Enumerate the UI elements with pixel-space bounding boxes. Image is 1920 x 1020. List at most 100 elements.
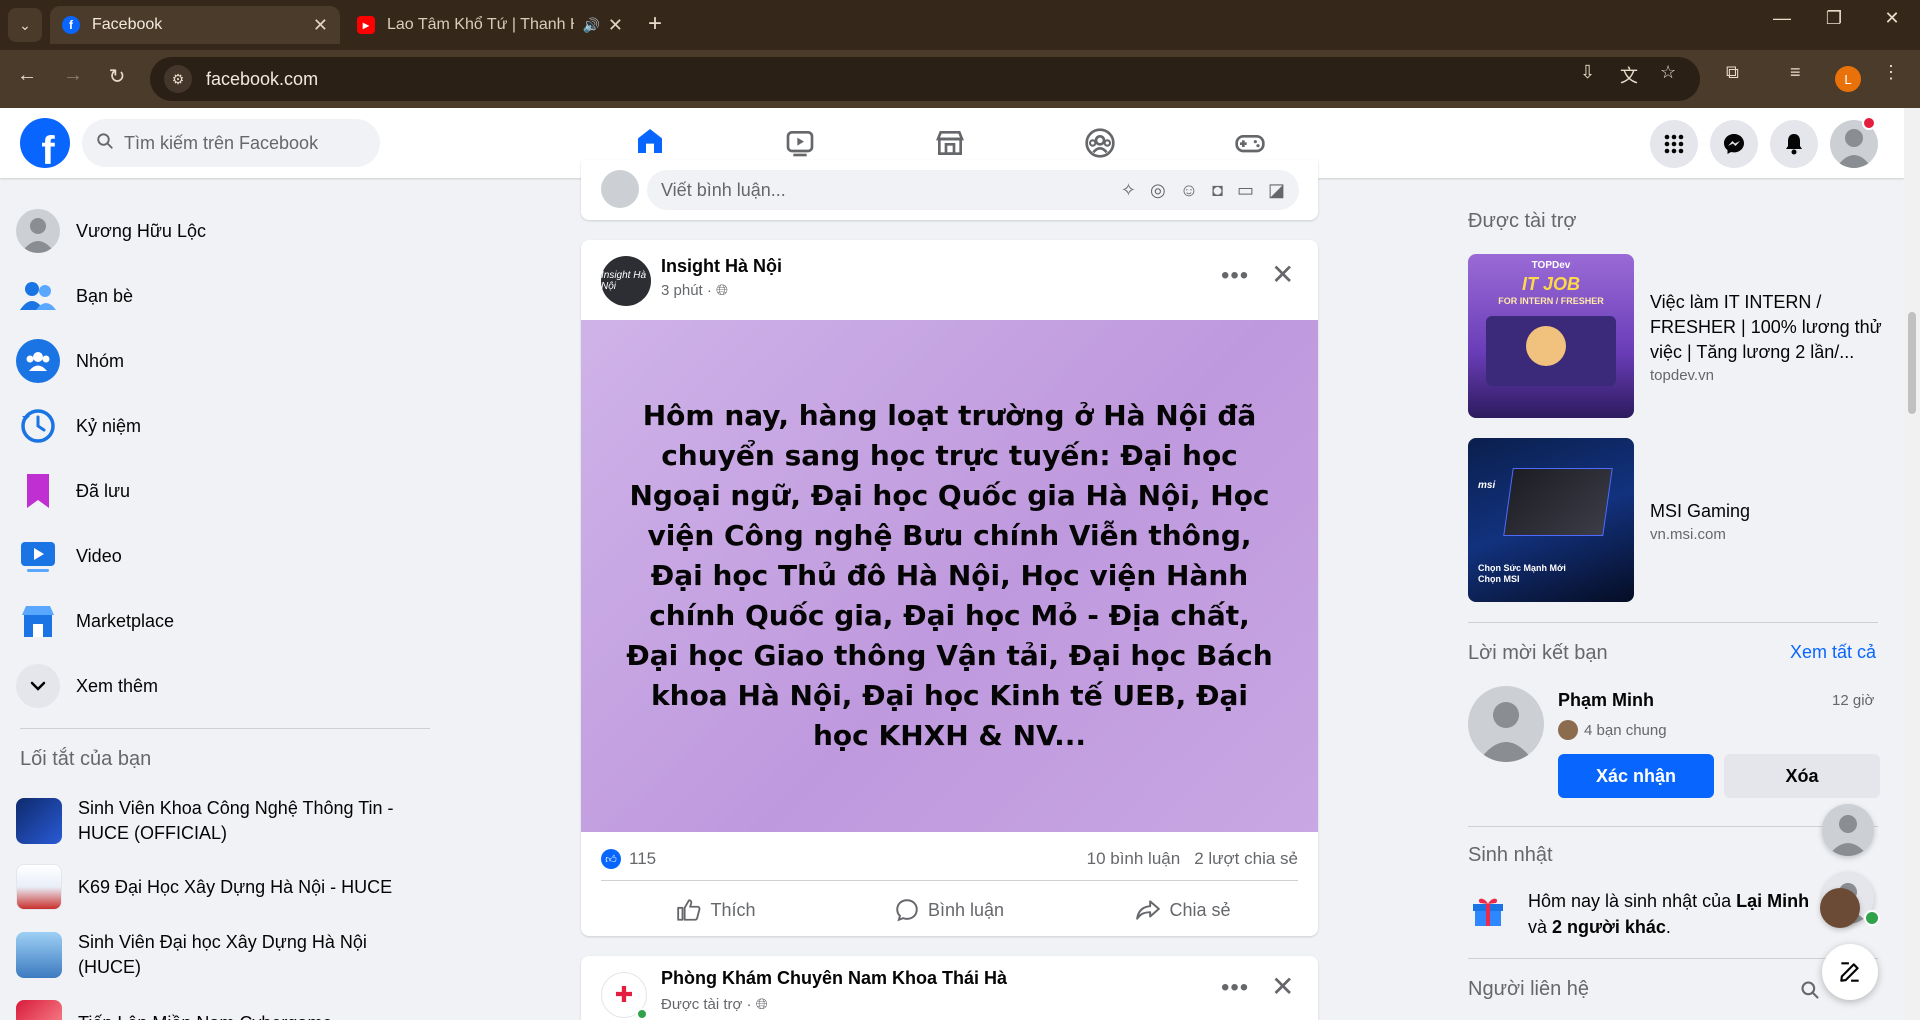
extensions-icon[interactable]: ⧉ <box>1726 62 1739 83</box>
video-icon <box>786 131 814 157</box>
sidebar-item-saved[interactable]: Đã lưu <box>16 463 426 519</box>
share-button[interactable]: Chia sẻ <box>1068 890 1298 930</box>
close-window-icon[interactable]: ✕ <box>1872 8 1912 29</box>
groups-icon <box>1085 128 1115 158</box>
camera-icon[interactable]: ◘ <box>1212 180 1223 201</box>
shortcut-thumbnail <box>16 864 62 910</box>
gif-button-icon[interactable]: ▭ <box>1237 180 1254 201</box>
gif-icon[interactable]: ◎ <box>1150 180 1166 201</box>
comment-count[interactable]: 10 bình luận <box>1087 849 1181 869</box>
sponsored-label[interactable]: Được tài trợ · <box>661 996 752 1013</box>
post-text: Hôm nay, hàng loạt trường ở Hà Nội đã ch… <box>626 399 1273 752</box>
ad-msi[interactable]: msi Chọn Sức Mạnh Mới Chọn MSI MSI Gamin… <box>1468 438 1888 604</box>
like-label: Thích <box>710 899 756 920</box>
avatar-sticker-icon[interactable]: ✧ <box>1121 180 1136 201</box>
browser-tab-strip: ⌄ f Facebook ✕ ▶ Lao Tâm Khổ Tứ | Thanh … <box>0 0 1920 50</box>
browser-profile-avatar[interactable]: L <box>1835 66 1861 92</box>
bookmark-star-icon[interactable]: ☆ <box>1660 62 1676 83</box>
notifications-button[interactable] <box>1770 120 1818 168</box>
new-message-button[interactable] <box>1822 944 1878 1000</box>
ad-domain: topdev.vn <box>1650 367 1714 384</box>
friend-request-name[interactable]: Phạm Minh <box>1558 690 1654 711</box>
reload-icon[interactable]: ↻ <box>102 64 132 89</box>
ad-topdev[interactable]: TOPDev IT JOB FOR INTERN / FRESHER Việc … <box>1468 254 1888 420</box>
sidebar-item-marketplace[interactable]: Marketplace <box>16 593 426 649</box>
translate-icon[interactable]: 文 <box>1620 62 1638 88</box>
marketplace-icon <box>16 599 60 643</box>
sidebar-item-see-more[interactable]: Xem thêm <box>16 658 426 714</box>
sidebar-item-friends[interactable]: Bạn bè <box>16 268 426 324</box>
post-options-icon[interactable]: ••• <box>1221 974 1249 1002</box>
page-scrollbar[interactable] <box>1904 108 1920 1020</box>
close-tab-icon[interactable]: ✕ <box>608 15 623 36</box>
post-text-background[interactable]: Hôm nay, hàng loạt trường ở Hà Nội đã ch… <box>581 320 1318 832</box>
search-icon <box>96 132 114 155</box>
tab-search-dropdown-icon[interactable]: ⌄ <box>8 8 42 42</box>
hide-post-icon[interactable]: ✕ <box>1271 258 1294 291</box>
contacts-search-icon[interactable] <box>1800 980 1820 1005</box>
emoji-icon[interactable]: ☺ <box>1180 180 1198 201</box>
browser-toolbar: ← → ↻ ⚙ facebook.com ⇩ 文 ☆ ⧉ ≡ ⋮ <box>0 50 1920 108</box>
tab-title: Lao Tâm Khổ Tứ | Thanh Hư <box>387 16 575 33</box>
shortcut-item[interactable]: Tiến Lên Miền Nam Cybergame <box>16 1000 426 1020</box>
ad-info: MSI Gaming vn.msi.com <box>1634 438 1750 604</box>
birthday-text[interactable]: Hôm nay là sinh nhật của Lại Minh và 2 n… <box>1528 888 1828 940</box>
marketplace-icon <box>936 131 964 155</box>
sidebar-item-groups[interactable]: Nhóm <box>16 333 426 389</box>
sidebar-item-profile[interactable]: Vương Hữu Lộc <box>16 203 426 259</box>
hide-post-icon[interactable]: ✕ <box>1271 970 1294 1003</box>
reaction-count[interactable]: 115 <box>629 849 1087 869</box>
ad-domain: vn.msi.com <box>1650 526 1726 543</box>
shortcut-item[interactable]: Sinh Viên Đại học Xây Dựng Hà Nội (HUCE) <box>16 930 426 980</box>
confirm-friend-button[interactable]: Xác nhận <box>1558 754 1714 798</box>
sticker-icon[interactable]: ◪ <box>1268 180 1285 201</box>
friend-request-avatar[interactable] <box>1468 686 1544 762</box>
like-button[interactable]: Thích <box>601 890 831 930</box>
post-author-name[interactable]: Phòng Khám Chuyên Nam Khoa Thái Hà <box>661 968 1007 989</box>
address-bar[interactable]: ⚙ facebook.com <box>150 57 1700 101</box>
minimize-icon[interactable]: — <box>1762 8 1802 29</box>
ad-info: Việc làm IT INTERN / FRESHER | 100% lươn… <box>1634 254 1888 420</box>
browser-tab-youtube[interactable]: ▶ Lao Tâm Khổ Tứ | Thanh Hư 🔊 ✕ <box>345 6 635 44</box>
shortcut-item[interactable]: Sinh Viên Khoa Công Nghệ Thông Tin - HUC… <box>16 796 426 846</box>
site-info-icon[interactable]: ⚙ <box>164 65 192 93</box>
comment-input[interactable]: Viết bình luận... ✧ ◎ ☺ ◘ ▭ ◪ <box>647 170 1299 210</box>
online-status-dot <box>636 1008 648 1020</box>
chrome-menu-icon[interactable]: ⋮ <box>1882 62 1900 83</box>
shortcut-item[interactable]: K69 Đại Học Xây Dựng Hà Nội - HUCE <box>16 864 426 910</box>
install-app-icon[interactable]: ⇩ <box>1580 62 1595 83</box>
delete-request-button[interactable]: Xóa <box>1724 754 1880 798</box>
facebook-logo-icon[interactable]: f <box>20 118 70 168</box>
post-author-name[interactable]: Insight Hà Nội <box>661 256 782 277</box>
messenger-button[interactable] <box>1710 120 1758 168</box>
back-icon[interactable]: ← <box>12 64 42 87</box>
restore-icon[interactable]: ❐ <box>1814 8 1854 29</box>
comment-composer: Viết bình luận... ✧ ◎ ☺ ◘ ▭ ◪ <box>581 160 1318 220</box>
post-author-avatar[interactable]: Insight Hà Nội <box>601 256 651 306</box>
right-divider <box>1468 958 1878 959</box>
see-all-link[interactable]: Xem tất cả <box>1790 642 1876 663</box>
page-scrollbar-thumb[interactable] <box>1908 312 1916 414</box>
comment-button[interactable]: Bình luận <box>834 890 1064 930</box>
post-options-icon[interactable]: ••• <box>1221 262 1249 290</box>
shortcut-thumbnail <box>16 798 62 844</box>
sidebar-item-video[interactable]: Video <box>16 528 426 584</box>
menu-grid-button[interactable] <box>1650 120 1698 168</box>
audio-playing-icon[interactable]: 🔊 <box>582 17 599 34</box>
sidebar-item-label: Kỷ niệm <box>76 415 142 436</box>
browser-tab-facebook[interactable]: f Facebook ✕ <box>50 6 340 44</box>
ad-illustration-person <box>1526 326 1566 366</box>
ad-title: MSI Gaming <box>1650 501 1751 521</box>
search-input[interactable]: Tìm kiếm trên Facebook <box>82 119 380 167</box>
new-tab-icon[interactable]: + <box>648 10 662 38</box>
chat-head-photo[interactable] <box>1820 888 1860 928</box>
mutual-friends[interactable]: 4 bạn chung <box>1558 720 1667 740</box>
close-tab-icon[interactable]: ✕ <box>313 15 328 36</box>
post-time[interactable]: 3 phút · <box>661 282 712 299</box>
media-control-icon[interactable]: ≡ <box>1790 62 1801 83</box>
share-count[interactable]: 2 lượt chia sẻ <box>1194 849 1298 869</box>
chat-head-avatar[interactable] <box>1822 804 1874 856</box>
sidebar-item-memories[interactable]: Kỷ niệm <box>16 398 426 454</box>
forward-icon[interactable]: → <box>58 64 88 87</box>
feed-post-sponsored: ✚ Phòng Khám Chuyên Nam Khoa Thái Hà Đượ… <box>581 956 1318 1020</box>
